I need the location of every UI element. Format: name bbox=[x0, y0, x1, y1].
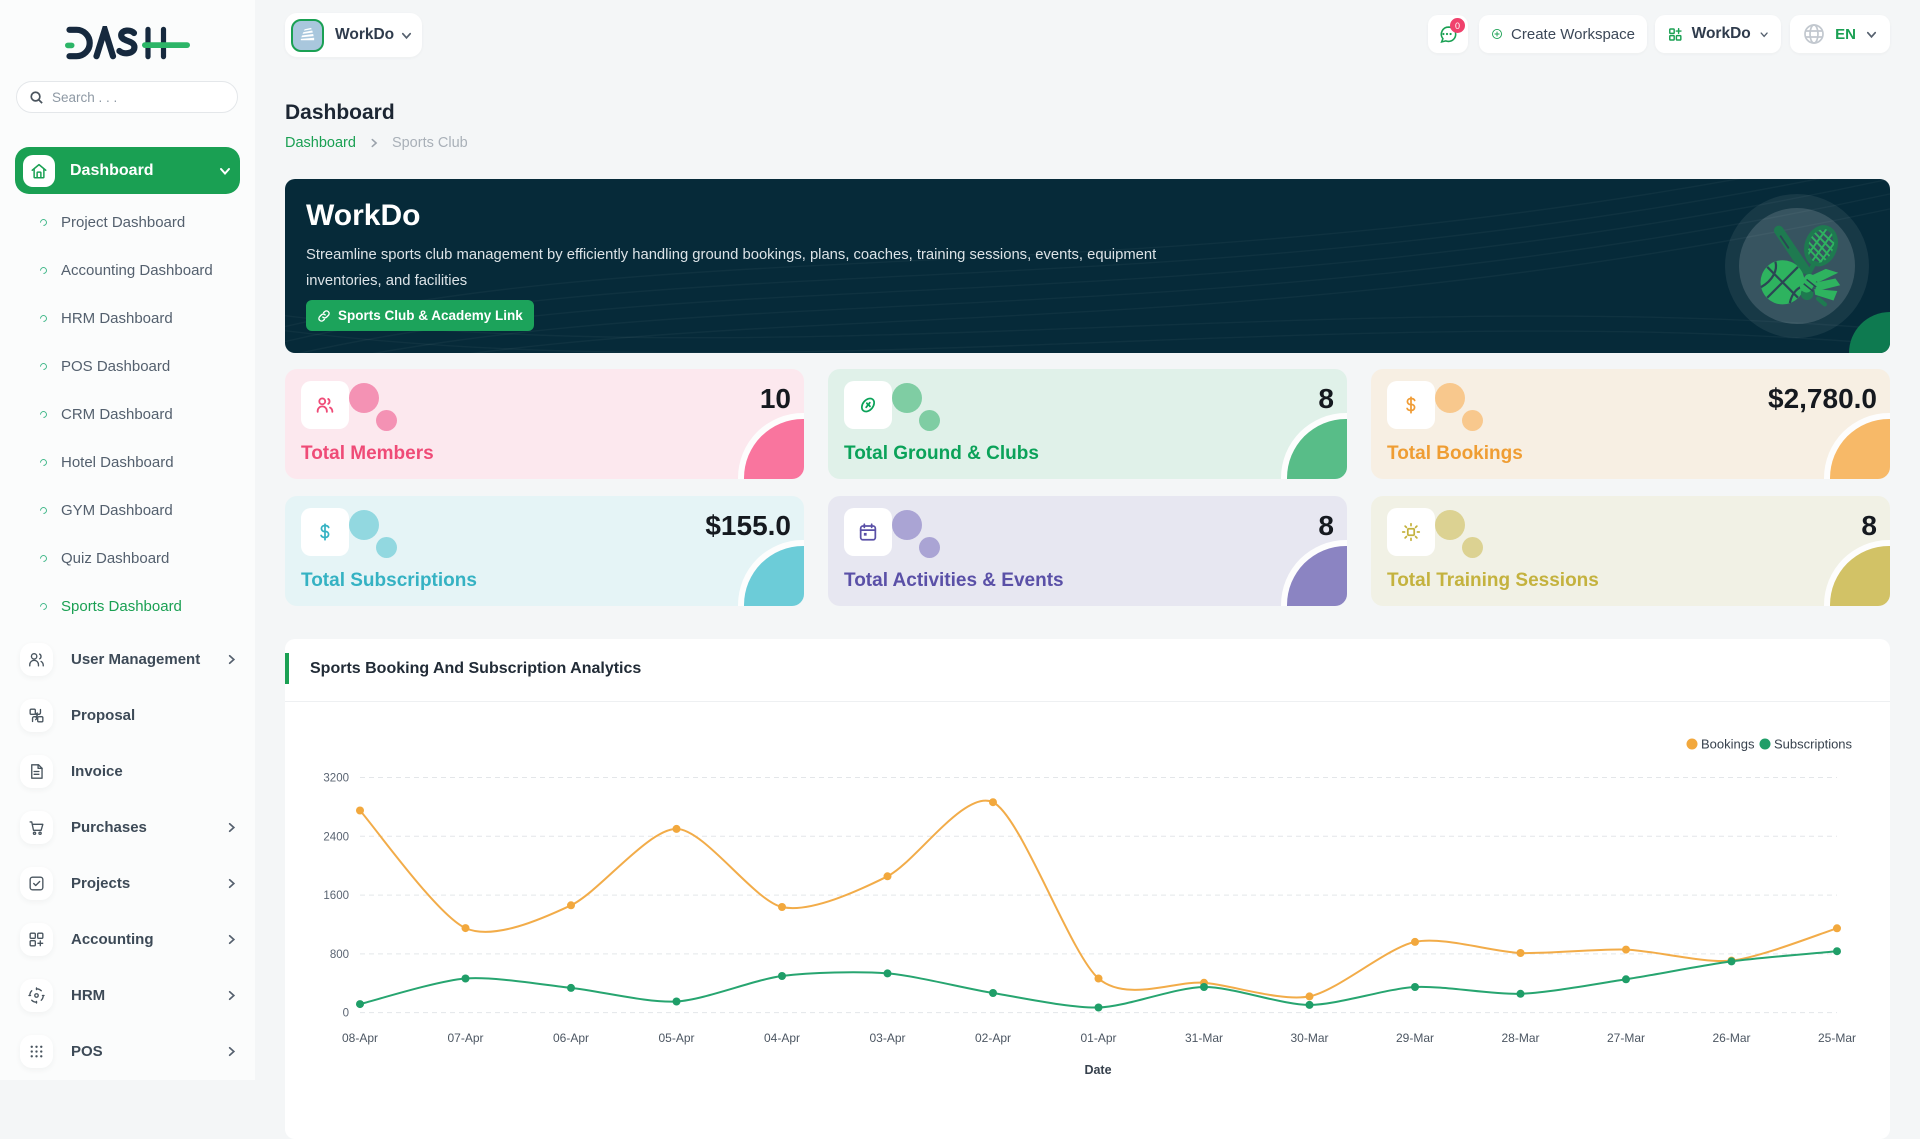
svg-text:28-Mar: 28-Mar bbox=[1501, 1031, 1539, 1045]
svg-text:Bookings: Bookings bbox=[1701, 737, 1755, 752]
svg-text:05-Apr: 05-Apr bbox=[658, 1031, 694, 1045]
svg-text:Subscriptions: Subscriptions bbox=[1774, 737, 1853, 752]
svg-text:800: 800 bbox=[330, 949, 349, 961]
svg-text:26-Mar: 26-Mar bbox=[1712, 1031, 1750, 1045]
svg-text:0: 0 bbox=[343, 1008, 349, 1020]
svg-text:27-Mar: 27-Mar bbox=[1607, 1031, 1645, 1045]
svg-text:31-Mar: 31-Mar bbox=[1185, 1031, 1223, 1045]
svg-text:01-Apr: 01-Apr bbox=[1080, 1031, 1116, 1045]
svg-text:Date: Date bbox=[1084, 1063, 1111, 1077]
svg-text:29-Mar: 29-Mar bbox=[1396, 1031, 1434, 1045]
svg-text:30-Mar: 30-Mar bbox=[1290, 1031, 1328, 1045]
svg-text:1600: 1600 bbox=[323, 890, 349, 902]
svg-text:08-Apr: 08-Apr bbox=[342, 1031, 378, 1045]
svg-text:06-Apr: 06-Apr bbox=[553, 1031, 589, 1045]
svg-text:25-Mar: 25-Mar bbox=[1818, 1031, 1856, 1045]
svg-text:3200: 3200 bbox=[323, 773, 349, 785]
svg-text:03-Apr: 03-Apr bbox=[869, 1031, 905, 1045]
svg-text:2400: 2400 bbox=[323, 831, 349, 843]
svg-text:04-Apr: 04-Apr bbox=[764, 1031, 800, 1045]
svg-text:07-Apr: 07-Apr bbox=[447, 1031, 483, 1045]
svg-text:02-Apr: 02-Apr bbox=[975, 1031, 1011, 1045]
